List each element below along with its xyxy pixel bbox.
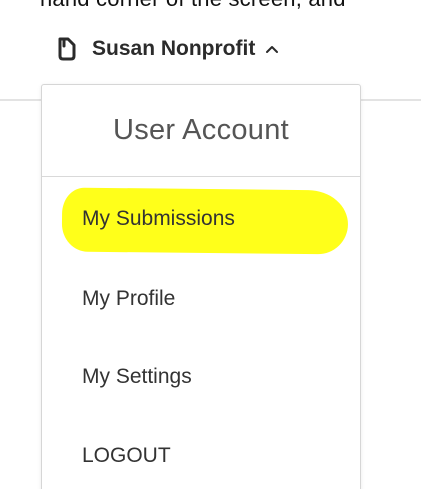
menu-item-my-submissions[interactable]: My Submissions	[82, 207, 235, 231]
dropdown-header: User Account	[42, 85, 360, 177]
page: hand corner of the screen, and Susan Non…	[0, 0, 421, 489]
instruction-text: hand corner of the screen, and	[40, 0, 346, 12]
user-badge-icon	[56, 36, 78, 62]
menu-item-my-profile[interactable]: My Profile	[82, 287, 175, 311]
menu-item-logout[interactable]: LOGOUT	[82, 444, 171, 468]
user-account-dropdown: User Account My Submissions My Profile M…	[41, 84, 361, 489]
dropdown-title: User Account	[112, 114, 290, 146]
account-name: Susan Nonprofit	[92, 37, 256, 60]
menu-item-my-settings[interactable]: My Settings	[82, 365, 192, 389]
account-menu-toggle[interactable]: Susan Nonprofit	[56, 33, 279, 65]
chevron-up-icon	[265, 44, 279, 54]
